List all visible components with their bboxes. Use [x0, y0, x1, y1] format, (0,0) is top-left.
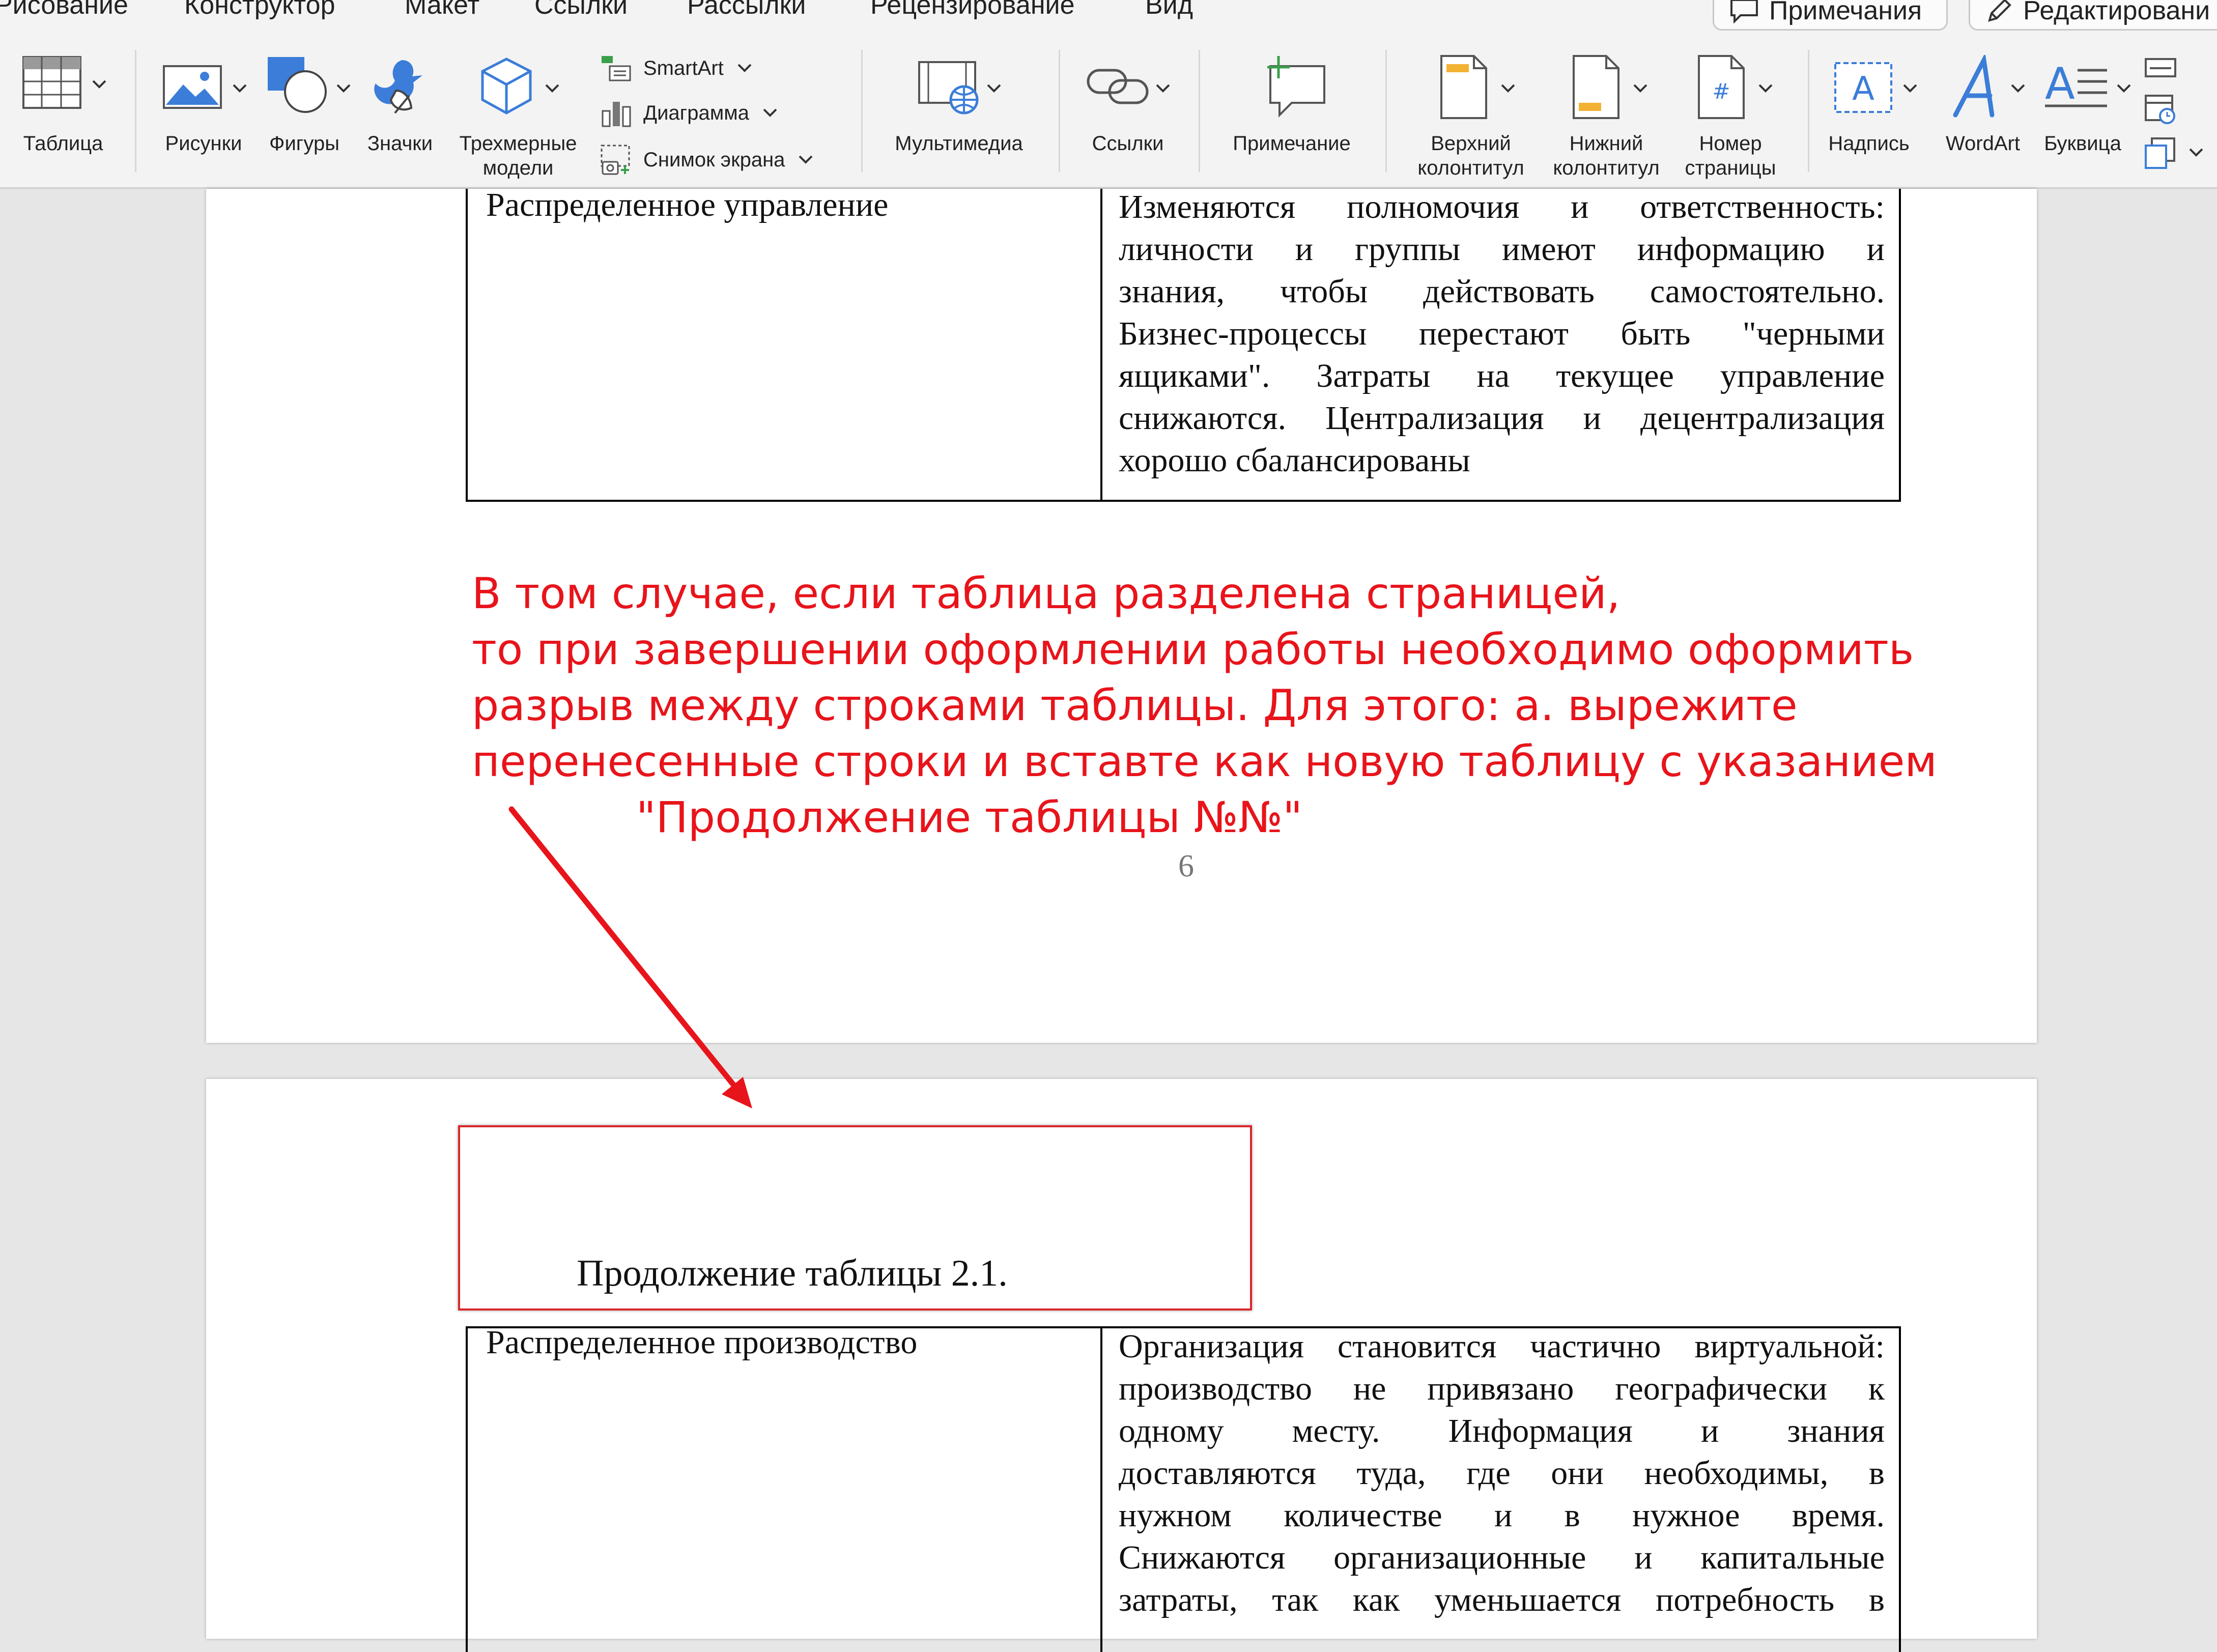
red-arrow: [508, 806, 752, 1108]
